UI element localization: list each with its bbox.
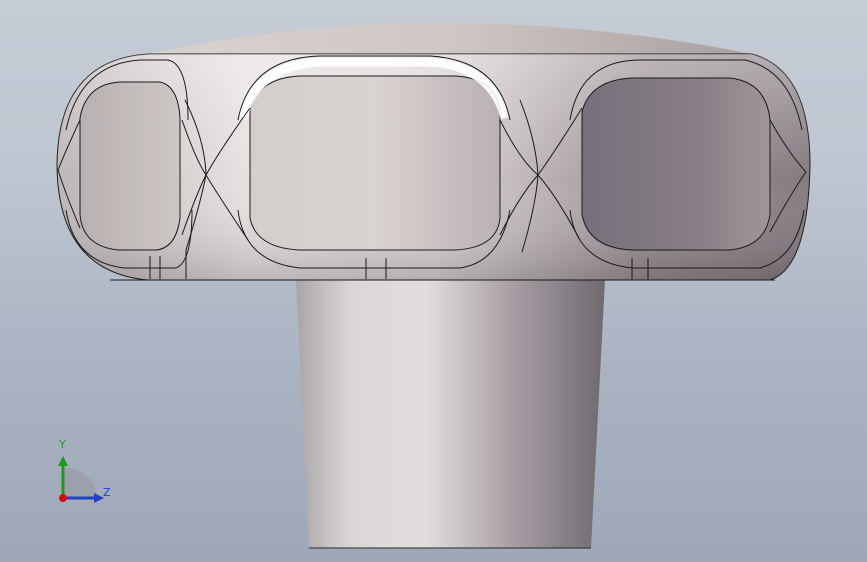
knob-grip-pocket-center[interactable] xyxy=(237,55,511,269)
view-orientation-quadrant-icon xyxy=(63,468,98,498)
graphics-viewport[interactable]: Y Z xyxy=(0,0,867,562)
view-triad: Y Z xyxy=(46,436,116,512)
triad-y-label: Y xyxy=(59,438,66,451)
knob-shaft[interactable] xyxy=(296,280,605,549)
knob-top-dome[interactable] xyxy=(148,23,752,55)
x-axis-dot-icon xyxy=(59,494,67,502)
knob-model[interactable] xyxy=(0,0,867,562)
triad-z-label: Z xyxy=(103,486,111,499)
